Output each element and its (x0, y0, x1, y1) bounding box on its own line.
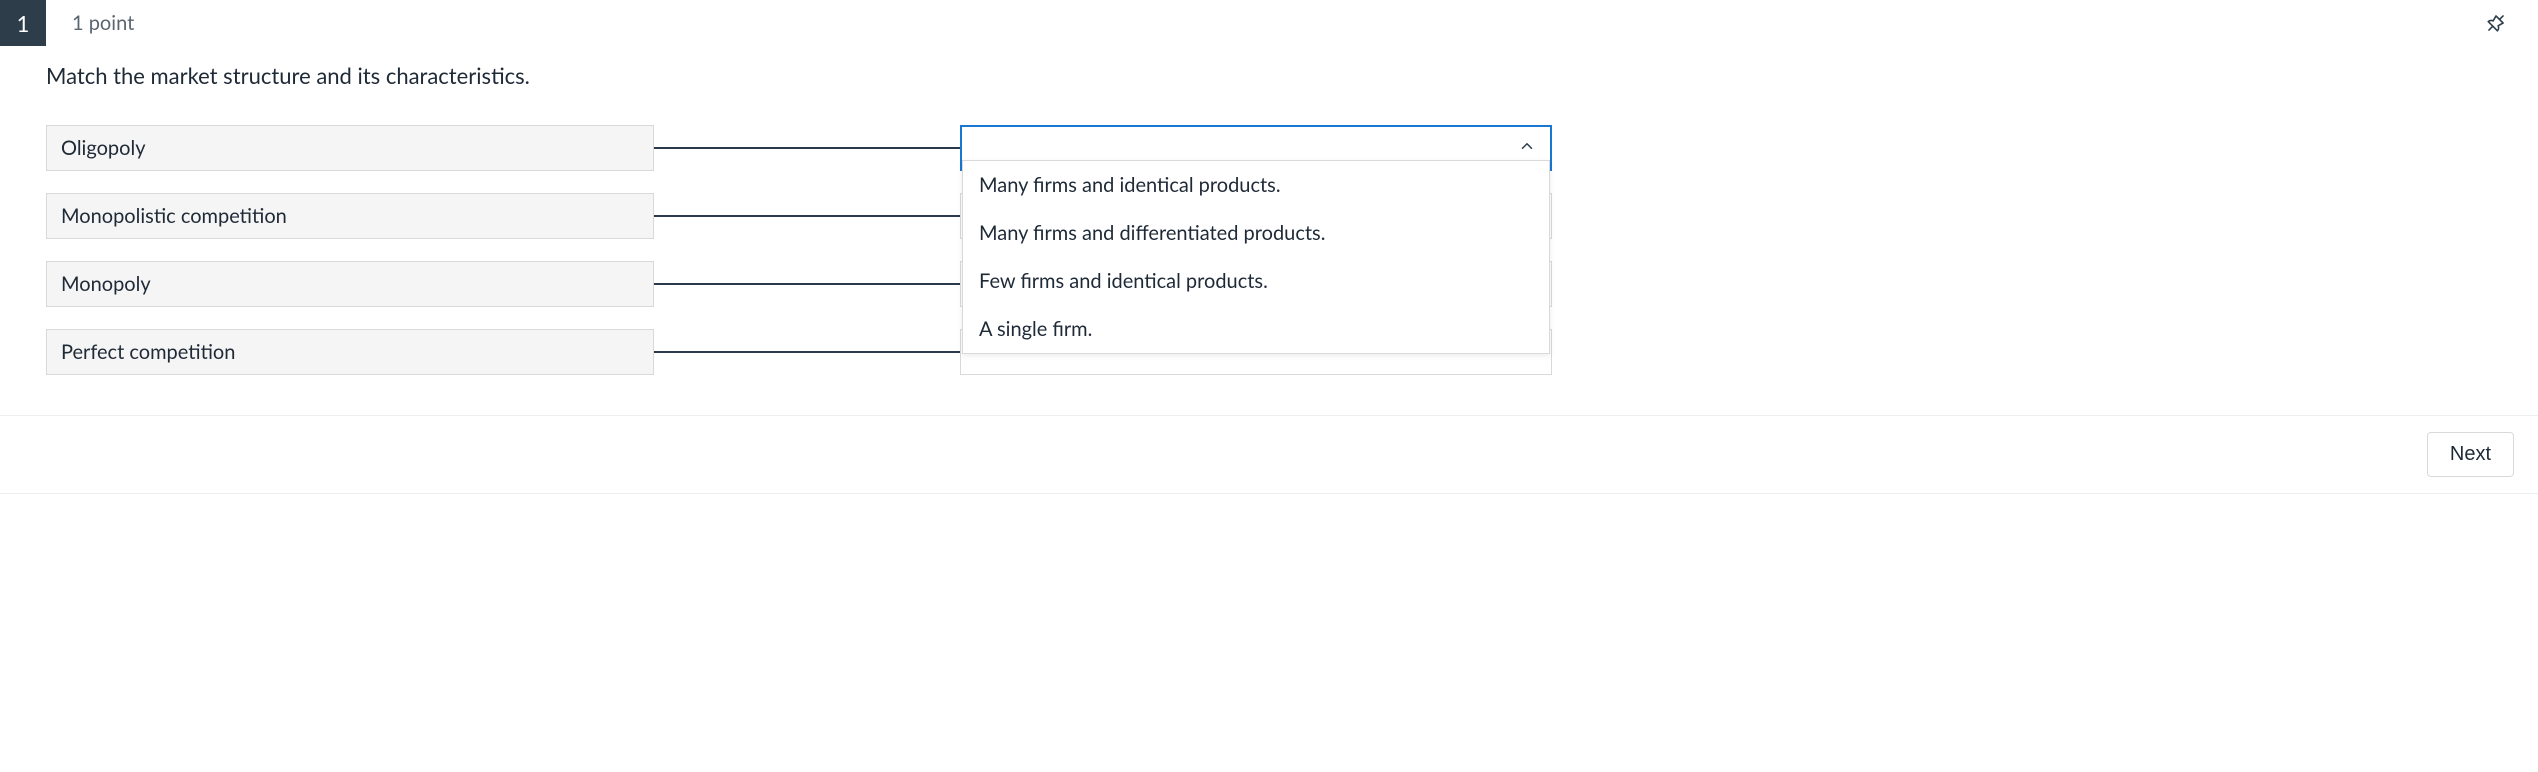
question-container: 1 1 point Match the market structure and… (0, 0, 2538, 415)
chevron-up-icon (1518, 136, 1536, 160)
term-box: Oligopoly (46, 125, 654, 171)
question-number-badge: 1 (0, 0, 46, 46)
match-connector (654, 147, 960, 149)
question-header: 1 1 point (0, 0, 2538, 46)
term-box: Monopolistic competition (46, 193, 654, 239)
question-prompt: Match the market structure and its chara… (46, 62, 2538, 89)
question-number: 1 (17, 10, 30, 37)
question-footer: Next (0, 415, 2538, 494)
match-connector (654, 351, 960, 353)
answer-dropdown-panel[interactable]: Many firms and identical products.Many f… (962, 160, 1550, 354)
match-connector (654, 283, 960, 285)
next-button[interactable]: Next (2427, 432, 2514, 477)
pin-icon (2484, 11, 2508, 38)
answer-option[interactable]: Many firms and differentiated products. (963, 209, 1549, 257)
term-box: Perfect competition (46, 329, 654, 375)
answer-option[interactable]: Few firms and identical products. (963, 257, 1549, 305)
term-box: Monopoly (46, 261, 654, 307)
question-points: 1 point (72, 11, 134, 35)
match-connector (654, 215, 960, 217)
answer-option[interactable]: Many firms and identical products. (963, 161, 1549, 209)
pin-button[interactable] (2478, 6, 2514, 42)
answer-option[interactable]: A single firm. (963, 305, 1549, 353)
